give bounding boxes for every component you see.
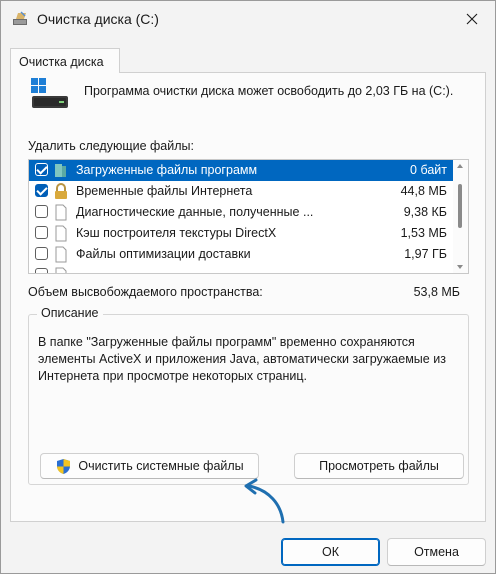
file-name: Загруженные файлы программ (76, 163, 258, 177)
disk-cleanup-window: Очистка диска (C:) Очистка диска Програм… (0, 0, 496, 574)
clean-system-files-label: Очистить системные файлы (78, 459, 244, 473)
annotation-arrow-icon (244, 478, 285, 524)
file-list[interactable]: Загруженные файлы программ 0 байт Времен… (28, 159, 469, 274)
file-size: 1,97 ГБ (404, 247, 447, 261)
cancel-button[interactable]: Отмена (387, 538, 486, 566)
list-item[interactable] (29, 265, 453, 273)
file-name: Кэш построителя текстуры DirectX (76, 226, 277, 240)
scroll-down-icon[interactable] (457, 265, 463, 269)
window-title: Очистка диска (C:) (37, 11, 159, 27)
document-icon (55, 246, 67, 263)
document-icon (55, 204, 67, 221)
list-item[interactable]: Файлы оптимизации доставки 1,97 ГБ (29, 244, 453, 265)
description-title: Описание (37, 306, 103, 320)
checkbox[interactable] (35, 205, 48, 218)
list-item[interactable]: Диагностические данные, полученные ... 9… (29, 202, 453, 223)
checkbox[interactable] (35, 247, 48, 260)
scrollbar[interactable] (453, 160, 468, 273)
file-size: 44,8 МБ (400, 184, 447, 198)
checkbox[interactable] (35, 184, 48, 197)
tab-panel: Программа очистки диска может освободить… (10, 72, 486, 522)
title-bar: Очистка диска (C:) (1, 1, 495, 39)
file-name: Диагностические данные, полученные ... (76, 205, 314, 219)
clean-system-files-button[interactable]: Очистить системные файлы (40, 453, 259, 479)
space-gained-label: Объем высвобождаемого пространства: (28, 285, 263, 299)
list-item[interactable]: Временные файлы Интернета 44,8 МБ (29, 181, 453, 202)
tab-disk-cleanup[interactable]: Очистка диска (10, 48, 120, 73)
ok-button[interactable]: ОК (281, 538, 380, 566)
list-item[interactable]: Кэш построителя текстуры DirectX 1,53 МБ (29, 223, 453, 244)
file-size: 1,53 МБ (400, 226, 447, 240)
file-name: Файлы оптимизации доставки (76, 247, 251, 261)
scroll-thumb[interactable] (458, 184, 462, 228)
intro-text: Программа очистки диска может освободить… (84, 84, 454, 98)
uac-shield-icon (57, 458, 71, 474)
document-icon (55, 267, 67, 273)
close-icon (466, 13, 478, 25)
checkbox[interactable] (35, 226, 48, 239)
checkbox[interactable] (35, 268, 48, 273)
view-files-button[interactable]: Просмотреть файлы (294, 453, 464, 479)
document-icon (55, 225, 67, 242)
file-name: Временные файлы Интернета (76, 184, 253, 198)
scroll-up-icon[interactable] (457, 164, 463, 168)
disk-cleanup-icon (13, 11, 27, 25)
drive-icon (31, 78, 68, 108)
space-gained-value: 53,8 МБ (413, 285, 460, 299)
list-item[interactable]: Загруженные файлы программ 0 байт (29, 160, 453, 181)
description-text: В папке "Загруженные файлы программ" вре… (38, 335, 446, 383)
folder-icon (55, 164, 66, 177)
description-group: Описание В папке "Загруженные файлы прог… (28, 306, 469, 485)
files-to-delete-label: Удалить следующие файлы: (28, 139, 194, 153)
close-button[interactable] (449, 1, 495, 37)
checkbox[interactable] (35, 163, 48, 176)
file-size: 0 байт (410, 163, 447, 177)
file-size: 9,38 КБ (403, 205, 447, 219)
lock-icon (55, 183, 67, 199)
